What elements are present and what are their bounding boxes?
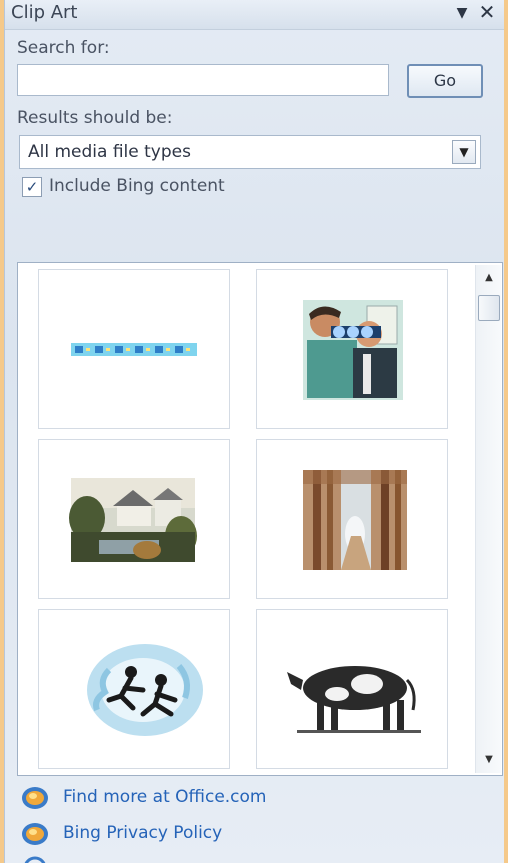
clip-thumbnail-silhouettes[interactable] — [38, 609, 230, 769]
search-input[interactable] — [17, 64, 389, 96]
include-bing-label: Include Bing content — [49, 176, 225, 196]
pane-options-icon[interactable]: ▼ — [453, 4, 471, 22]
close-icon[interactable]: ✕ — [477, 2, 497, 22]
bing-privacy-label[interactable]: Bing Privacy Policy — [63, 823, 222, 843]
forest-path-clip-image — [303, 470, 407, 570]
clip-thumbnail-cow[interactable] — [256, 609, 448, 769]
media-type-select[interactable]: All media file types ▼ — [19, 135, 481, 169]
clip-thumbnail-dotted-line[interactable] — [38, 269, 230, 429]
help-circle-icon — [24, 856, 46, 863]
house-landscape-clip-image — [69, 478, 197, 562]
scroll-down-icon[interactable]: ▼ — [476, 749, 502, 771]
go-button[interactable]: Go — [407, 64, 483, 98]
results-scrollbar[interactable]: ▲ ▼ — [475, 265, 501, 773]
clip-thumbnail-forest-path[interactable] — [256, 439, 448, 599]
cow-clip-image — [287, 666, 421, 733]
search-label: Search for: — [17, 38, 110, 58]
clip-thumbnail-binoculars[interactable] — [256, 269, 448, 429]
results-should-be-label: Results should be: — [17, 108, 173, 128]
pane-title: Clip Art — [11, 2, 78, 23]
clip-art-results: ▲ ▼ — [17, 262, 503, 776]
clip-thumbnail-house-landscape[interactable] — [38, 439, 230, 599]
binoculars-clip-image — [303, 300, 403, 400]
silhouettes-clip-image — [87, 644, 203, 736]
chevron-down-icon[interactable]: ▼ — [452, 140, 476, 164]
pane-title-bar: Clip Art ▼ ✕ — [5, 0, 504, 30]
dotted-line-clip-image — [71, 343, 197, 356]
office-globe-icon — [22, 823, 48, 845]
media-type-selected: All media file types — [28, 142, 191, 162]
office-globe-icon — [22, 787, 48, 809]
scroll-up-icon[interactable]: ▲ — [476, 267, 502, 289]
include-bing-checkbox[interactable]: ✓ — [22, 177, 42, 197]
scroll-thumb[interactable] — [478, 295, 500, 321]
clip-art-pane: Clip Art ▼ ✕ Search for: Go Results shou… — [4, 0, 504, 863]
find-more-office-label[interactable]: Find more at Office.com — [63, 787, 267, 807]
